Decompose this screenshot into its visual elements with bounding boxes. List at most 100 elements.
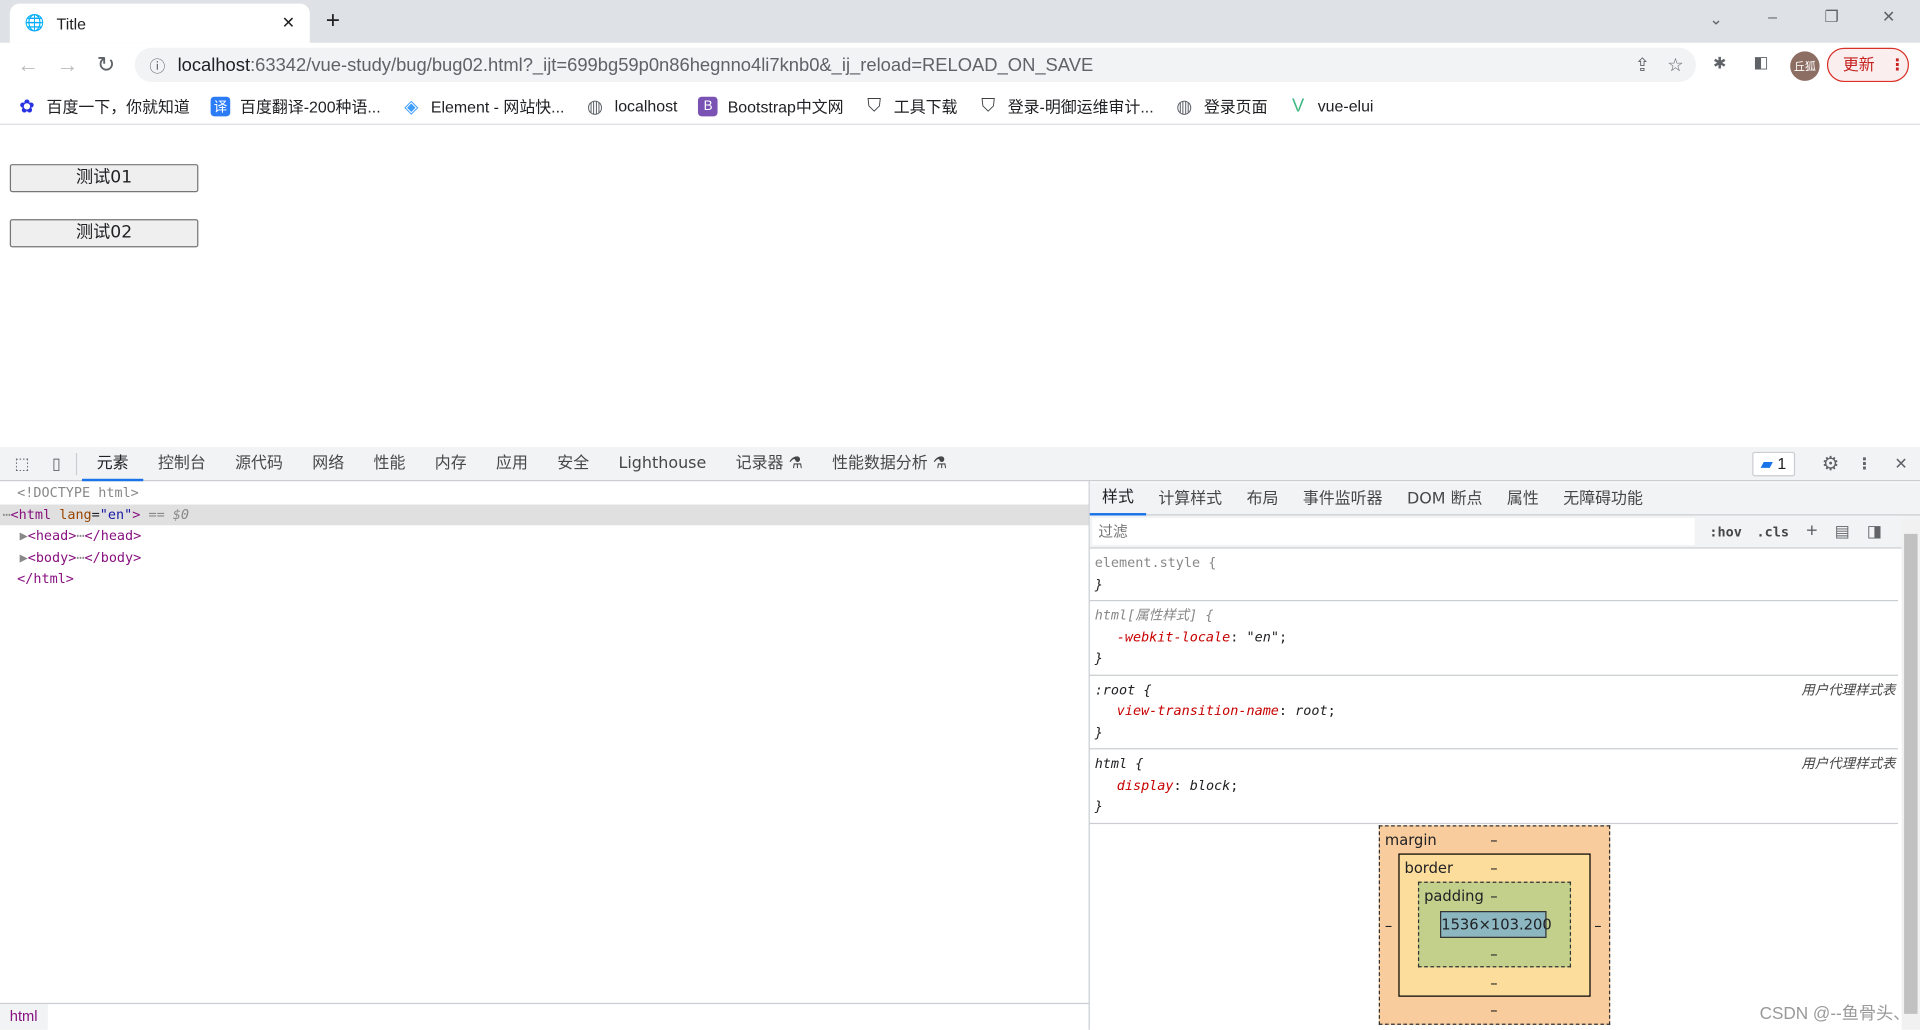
rule-selector: html { xyxy=(1094,755,1144,772)
margin-top: – xyxy=(1490,831,1498,849)
back-icon[interactable]: ← xyxy=(17,53,39,79)
devtools-tab[interactable]: Lighthouse xyxy=(604,446,721,480)
browser-tab[interactable]: 🌐 Title ✕ xyxy=(9,3,310,43)
margin-label: margin xyxy=(1384,831,1437,849)
globe-icon: 🌐 xyxy=(24,13,45,32)
rule-source[interactable]: 用户代理样式表 xyxy=(1801,679,1895,699)
rule-close: } xyxy=(1094,650,1103,667)
css-declaration[interactable]: -webkit-locale: "en"; xyxy=(1095,626,1893,647)
box-model-content[interactable]: 1536×103.200 xyxy=(1440,911,1552,938)
minimize-icon[interactable]: – xyxy=(1768,7,1777,25)
dom-node-head[interactable]: ▶<head>⋯</head> xyxy=(0,525,1089,546)
close-tab-icon[interactable]: ✕ xyxy=(282,13,295,33)
share-icon[interactable]: ⇪ xyxy=(1635,54,1650,76)
rule-source[interactable]: 用户代理样式表 xyxy=(1801,753,1895,773)
toggle-sidebar-icon[interactable]: ◨ xyxy=(1867,522,1882,542)
address-bar[interactable]: ⓘ localhost:63342/vue-study/bug/bug02.ht… xyxy=(134,47,1696,83)
scrollbar-thumb[interactable] xyxy=(1904,533,1918,1014)
dom-tree: <!DOCTYPE html> ⋯<html lang="en"> == $0 … xyxy=(0,482,1089,1001)
tab-title: Title xyxy=(56,14,87,33)
issues-count: 1 xyxy=(1777,453,1787,473)
inspect-element-icon[interactable]: ⬚ xyxy=(2,454,41,474)
doctype: <!DOCTYPE html> xyxy=(17,484,139,501)
bookmark-label: 工具下载 xyxy=(893,97,958,117)
styles-subtab[interactable]: 无障碍功能 xyxy=(1551,483,1655,514)
devtools-tab[interactable]: 性能数据分析 ⚗ xyxy=(817,446,961,480)
test02-button[interactable]: 测试02 xyxy=(9,219,199,248)
devtools-tab[interactable]: 记录器 ⚗ xyxy=(721,446,817,480)
border-label: border xyxy=(1404,859,1454,877)
paint-brush-icon[interactable]: ▤ xyxy=(1835,522,1850,542)
star-icon[interactable]: ☆ xyxy=(1667,54,1683,76)
styles-subtab[interactable]: 事件监听器 xyxy=(1291,483,1395,514)
devtools-tab[interactable]: 性能 xyxy=(359,446,420,480)
css-rule[interactable]: html[属性样式] {-webkit-locale: "en";} xyxy=(1089,601,1898,676)
styles-subtab[interactable]: 属性 xyxy=(1495,483,1551,514)
rule-selector: :root { xyxy=(1094,681,1152,698)
forward-icon[interactable]: → xyxy=(56,53,78,79)
baidu-paw-icon: ✿ xyxy=(19,96,35,117)
bookmark-item[interactable]: ◈ Element - 网站快... xyxy=(401,94,564,117)
issues-button[interactable]: ▰ 1 xyxy=(1752,451,1795,476)
css-rule[interactable]: element.style {} xyxy=(1089,549,1898,602)
avatar[interactable]: 丘狐 xyxy=(1790,51,1820,81)
devtools-tab[interactable]: 元素 xyxy=(82,446,144,481)
css-declaration[interactable]: display: block; xyxy=(1095,774,1893,795)
border-top: – xyxy=(1490,859,1498,877)
styles-subtab[interactable]: 样式 xyxy=(1089,482,1147,515)
bookmark-item[interactable]: ✿ 百度一下，你就知道 xyxy=(17,94,190,117)
devtools-tab[interactable]: 应用 xyxy=(481,446,542,480)
styles-filter-input[interactable] xyxy=(1092,517,1695,545)
bookmark-item[interactable]: Vvue-elui xyxy=(1288,96,1373,117)
dom-node-body[interactable]: ▶<body>⋯</body> xyxy=(0,547,1089,568)
rule-selector: element.style { xyxy=(1094,554,1217,571)
bookmark-label: Element - 网站快... xyxy=(430,97,565,117)
bookmark-item[interactable]: ⛉ 工具下载 xyxy=(864,94,957,117)
extensions-icon[interactable]: ✱ xyxy=(1713,54,1726,74)
css-rule[interactable]: :root {view-transition-name: root;} 用户代理样… xyxy=(1089,675,1898,750)
test01-button[interactable]: 测试01 xyxy=(9,164,199,193)
globe-icon: ◍ xyxy=(1176,96,1193,117)
device-toolbar-icon[interactable]: ▯ xyxy=(42,454,71,474)
more-options-icon[interactable]: ⋮ xyxy=(1856,454,1872,474)
styles-scrollbar[interactable] xyxy=(1901,519,1920,1030)
styles-subtab[interactable]: DOM 断点 xyxy=(1395,483,1495,514)
devtools-tab[interactable]: 安全 xyxy=(543,446,604,480)
restore-icon[interactable]: ❐ xyxy=(1824,7,1838,27)
bookmark-item[interactable]: ◍ 登录页面 xyxy=(1174,94,1267,117)
bookmark-label: 百度一下，你就知道 xyxy=(46,97,190,117)
bookmark-item[interactable]: ◍ localhost xyxy=(585,96,677,117)
dom-node-html[interactable]: ⋯<html lang="en"> == $0 xyxy=(0,503,1089,526)
shield-icon: ⛉ xyxy=(981,95,995,117)
devtools-tab[interactable]: 内存 xyxy=(420,446,481,480)
box-model-border: border – – padding – – 1536×103.200 xyxy=(1398,853,1591,997)
styles-subtab[interactable]: 布局 xyxy=(1234,483,1290,514)
side-panel-icon[interactable]: ◧ xyxy=(1753,53,1768,73)
bookmark-item[interactable]: 译百度翻译-200种语... xyxy=(210,94,381,117)
close-devtools-icon[interactable]: ✕ xyxy=(1894,454,1907,474)
margin-left: – xyxy=(1384,917,1393,935)
dom-html-close: </html> xyxy=(17,570,74,587)
rule-close: } xyxy=(1094,798,1103,815)
settings-icon[interactable]: ⚙ xyxy=(1822,451,1840,475)
update-button[interactable]: 更新 ⋮ xyxy=(1826,47,1909,83)
close-window-icon[interactable]: ✕ xyxy=(1882,7,1895,27)
breadcrumb-html[interactable]: html xyxy=(0,1004,48,1030)
rule-close: } xyxy=(1094,576,1103,593)
styles-subtab[interactable]: 计算样式 xyxy=(1146,483,1234,514)
tab-search-chevron-icon[interactable]: ⌄ xyxy=(1709,10,1722,30)
globe-icon: ◍ xyxy=(587,96,604,117)
url-host: localhost xyxy=(177,54,251,76)
bookmark-item[interactable]: ⛉ 登录-明御运维审计... xyxy=(978,94,1153,117)
bookmark-item[interactable]: B Bootstrap中文网 xyxy=(698,94,844,117)
new-tab-icon[interactable]: + xyxy=(326,7,340,35)
css-rule[interactable]: html { display: block;} 用户代理样式表 xyxy=(1089,749,1898,824)
devtools-tab[interactable]: 控制台 xyxy=(143,446,220,480)
devtools-tab[interactable]: 网络 xyxy=(298,446,359,480)
devtools-tab[interactable]: 源代码 xyxy=(220,446,297,480)
cls-toggle[interactable]: .cls xyxy=(1757,523,1789,539)
reload-icon[interactable]: ↻ xyxy=(97,53,115,79)
new-rule-icon[interactable]: + xyxy=(1806,520,1817,542)
css-declaration[interactable]: view-transition-name: root; xyxy=(1095,700,1893,721)
hov-toggle[interactable]: :hov xyxy=(1709,523,1741,539)
